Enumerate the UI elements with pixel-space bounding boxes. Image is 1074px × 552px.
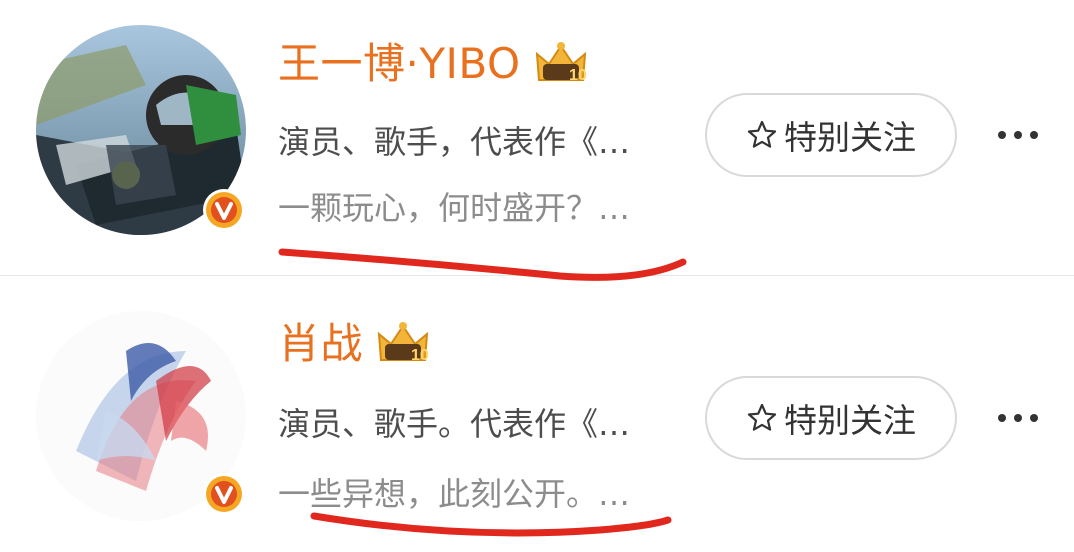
- crown-level-icon: 10: [377, 322, 429, 364]
- star-icon: [747, 403, 777, 431]
- verified-v-icon: [203, 189, 245, 231]
- user-description: 演员、歌手。代表作《…: [278, 405, 631, 443]
- user-tagline: 一些异想，此刻公开。…: [278, 475, 631, 513]
- special-follow-button[interactable]: 特别关注: [705, 93, 957, 177]
- special-follow-button[interactable]: 特别关注: [705, 376, 957, 460]
- verified-v-icon: [203, 473, 245, 515]
- user-row[interactable]: 肖战 10 演员、歌手。代表作《… 一些异想，此刻公开。… 特别关注: [0, 276, 1074, 552]
- user-name[interactable]: 肖战: [278, 314, 363, 374]
- level-number: 10: [569, 67, 587, 84]
- user-tagline: 一颗玩心，何时盛开？…: [278, 189, 631, 227]
- user-row[interactable]: 王一博·YIBO 10 演员、歌手，代表作《… 一颗玩心，何时盛开？… 特别关注: [0, 0, 1074, 276]
- user-description: 演员、歌手，代表作《…: [278, 123, 631, 161]
- follow-label: 特别关注: [784, 401, 916, 440]
- more-options-icon[interactable]: [990, 398, 1050, 438]
- user-name[interactable]: 王一博·YIBO: [278, 34, 521, 94]
- name-line: 王一博·YIBO 10: [278, 34, 589, 94]
- more-options-icon[interactable]: [990, 115, 1050, 155]
- level-number: 10: [411, 347, 429, 364]
- name-line: 肖战 10: [278, 314, 431, 374]
- follow-label: 特别关注: [784, 118, 916, 157]
- crown-level-icon: 10: [535, 42, 587, 84]
- star-icon: [747, 120, 777, 148]
